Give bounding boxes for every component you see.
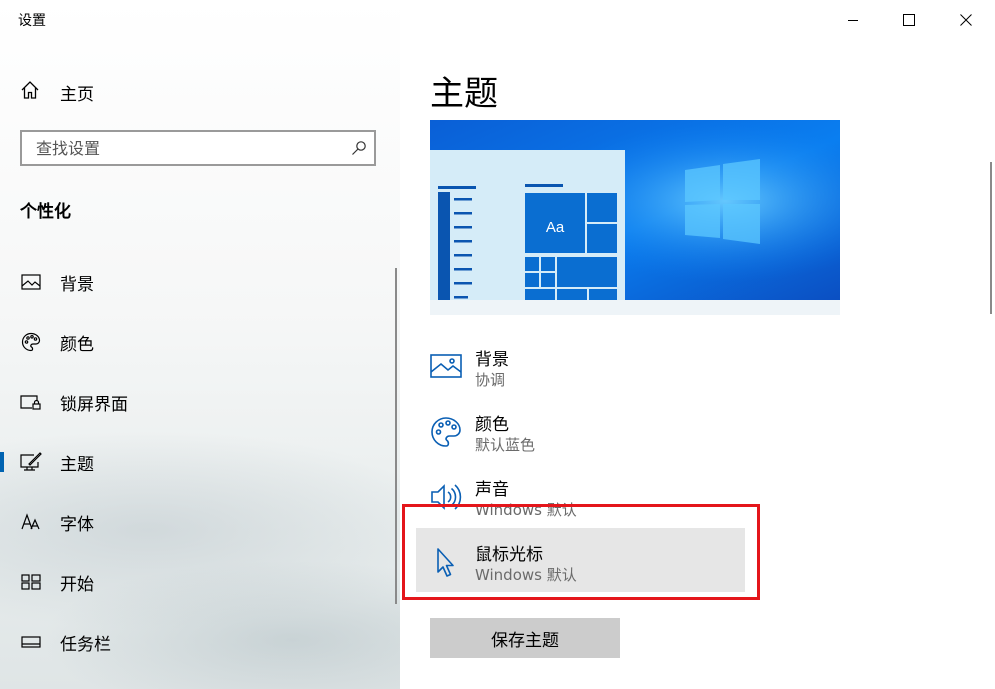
- sidebar-item-label: 任务栏: [60, 634, 111, 655]
- close-button[interactable]: [938, 0, 994, 40]
- theme-preview-image: Aa: [430, 120, 840, 315]
- sidebar-item-themes[interactable]: 主题: [0, 440, 390, 484]
- sidebar-item-label: 主题: [60, 454, 94, 475]
- image-icon: [20, 271, 42, 293]
- taskbar-icon: [20, 631, 42, 653]
- home-label: 主页: [60, 84, 94, 105]
- setting-title: 颜色: [475, 415, 509, 435]
- palette-icon: [430, 416, 462, 448]
- theme-brush-icon: [20, 451, 42, 473]
- search-icon[interactable]: [344, 133, 374, 163]
- sidebar-item-label: 颜色: [60, 334, 94, 355]
- theme-preview: Aa: [430, 120, 840, 315]
- setting-background[interactable]: 背景 协调: [430, 345, 760, 401]
- app-title: 设置: [18, 13, 46, 29]
- section-title: 个性化: [20, 202, 71, 222]
- sidebar-item-colors[interactable]: 颜色: [0, 320, 390, 364]
- home-link[interactable]: 主页: [20, 80, 94, 105]
- sidebar-item-label: 背景: [60, 274, 94, 295]
- preview-sample-text: Aa: [546, 219, 565, 236]
- home-icon: [20, 80, 40, 104]
- sidebar-item-fonts[interactable]: 字体: [0, 500, 390, 544]
- setting-title: 声音: [475, 480, 509, 500]
- sidebar-scrollbar[interactable]: [395, 268, 397, 604]
- setting-value: 协调: [475, 371, 506, 389]
- save-theme-button[interactable]: 保存主题: [430, 618, 620, 658]
- palette-icon: [20, 331, 42, 353]
- setting-color[interactable]: 颜色 默认蓝色: [430, 410, 760, 466]
- minimize-button[interactable]: [825, 0, 881, 40]
- sidebar-item-label: 开始: [60, 574, 94, 595]
- page-title: 主题: [430, 74, 498, 114]
- selected-indicator: [0, 452, 4, 472]
- close-icon: [960, 14, 972, 26]
- main-scrollbar[interactable]: [990, 162, 992, 314]
- image-icon: [430, 351, 462, 383]
- start-icon: [20, 571, 42, 593]
- search-input[interactable]: [22, 137, 344, 159]
- search-box: [20, 130, 376, 166]
- setting-title: 背景: [475, 350, 509, 370]
- maximize-icon: [903, 14, 915, 26]
- sidebar-item-background[interactable]: 背景: [0, 260, 390, 304]
- font-icon: [20, 511, 42, 533]
- sidebar: 设置 主页 个性化 背景: [0, 0, 400, 689]
- maximize-button[interactable]: [881, 0, 937, 40]
- sidebar-item-label: 锁屏界面: [60, 394, 128, 415]
- sidebar-item-taskbar[interactable]: 任务栏: [0, 620, 390, 664]
- sidebar-item-start[interactable]: 开始: [0, 560, 390, 604]
- highlight-box: [402, 504, 760, 600]
- minimize-icon: [848, 20, 858, 21]
- sidebar-item-lock-screen[interactable]: 锁屏界面: [0, 380, 390, 424]
- lock-screen-icon: [20, 391, 42, 413]
- sidebar-item-label: 字体: [60, 514, 94, 535]
- setting-value: 默认蓝色: [475, 436, 536, 454]
